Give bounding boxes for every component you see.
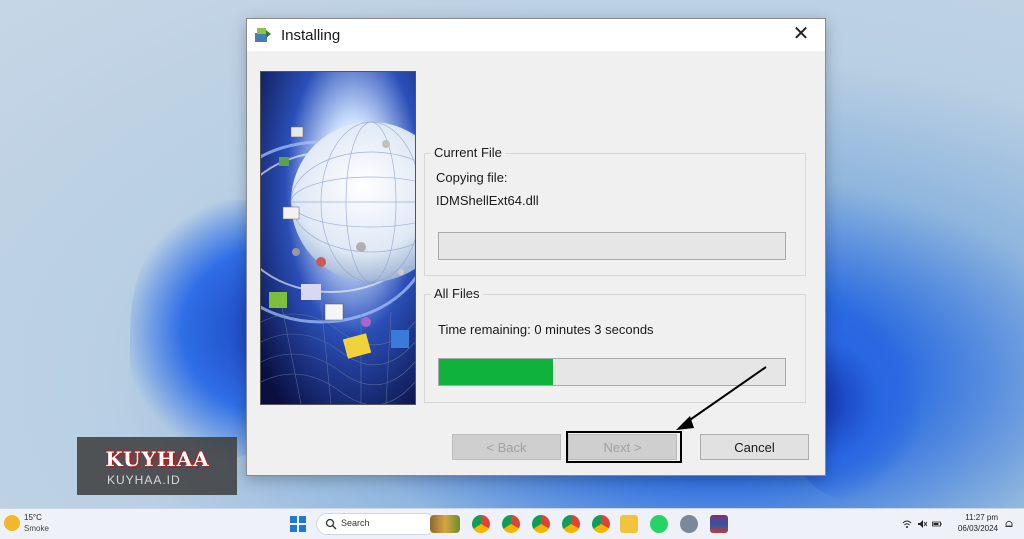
volume-muted-icon[interactable] bbox=[917, 519, 927, 529]
weather-icon[interactable] bbox=[4, 515, 20, 531]
whatsapp-icon[interactable] bbox=[650, 515, 668, 533]
start-icon[interactable] bbox=[290, 516, 306, 532]
file-explorer-icon[interactable] bbox=[620, 515, 638, 533]
winrar-icon[interactable] bbox=[710, 515, 728, 533]
settings-icon[interactable] bbox=[680, 515, 698, 533]
notification-bell-icon[interactable] bbox=[1004, 519, 1014, 529]
clock-date[interactable]: 06/03/2024 bbox=[952, 524, 998, 533]
taskbar: 15°C Smoke Search 11:27 pm 06/03/2024 bbox=[0, 508, 1024, 539]
chrome-icon[interactable] bbox=[562, 515, 580, 533]
search-placeholder: Search bbox=[341, 518, 370, 528]
chrome-icon[interactable] bbox=[592, 515, 610, 533]
wifi-icon[interactable] bbox=[902, 519, 912, 529]
weather-temp[interactable]: 15°C bbox=[24, 513, 42, 522]
chrome-icon[interactable] bbox=[532, 515, 550, 533]
widgets-icon[interactable] bbox=[430, 515, 460, 533]
chrome-icon[interactable] bbox=[472, 515, 490, 533]
battery-icon[interactable] bbox=[932, 519, 942, 529]
search-icon bbox=[325, 518, 337, 530]
chrome-icon[interactable] bbox=[502, 515, 520, 533]
watermark: KUYHAA KUYHAA.ID bbox=[77, 437, 237, 495]
watermark-subtitle: KUYHAA.ID bbox=[107, 473, 181, 487]
watermark-title: KUYHAA bbox=[105, 447, 210, 471]
taskbar-search[interactable]: Search bbox=[316, 513, 436, 535]
weather-condition[interactable]: Smoke bbox=[24, 524, 49, 533]
clock-time[interactable]: 11:27 pm bbox=[958, 513, 998, 522]
